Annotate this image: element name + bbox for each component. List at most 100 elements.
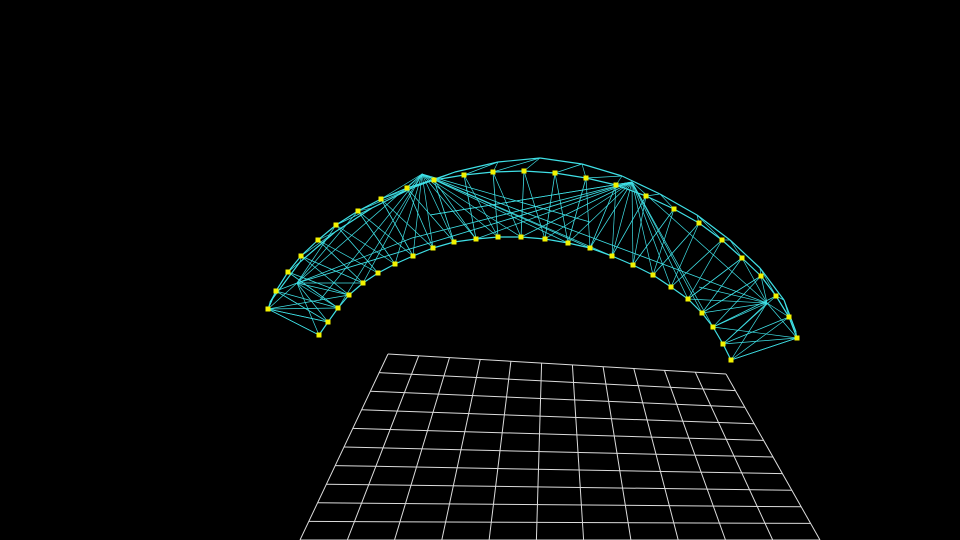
mesh-vertex-outer[interactable] xyxy=(490,169,496,175)
mesh-vertex-outer[interactable] xyxy=(378,196,384,202)
mesh-edge-fan xyxy=(631,181,654,276)
mesh-vertex-inner[interactable] xyxy=(495,234,501,240)
mesh-edge-diagonal xyxy=(652,208,675,276)
mesh-wireframe xyxy=(267,157,798,361)
mesh-vertex-inner[interactable] xyxy=(473,236,479,242)
grid-line-horizontal xyxy=(326,483,792,491)
mesh-edge-outer xyxy=(492,170,525,173)
mesh-vertex-outer[interactable] xyxy=(696,220,702,226)
mesh-vertex-outer[interactable] xyxy=(461,172,467,178)
mesh-edge-fan xyxy=(631,181,714,328)
mesh-edge-inner xyxy=(432,241,455,249)
mesh-vertex-outer[interactable] xyxy=(739,255,745,261)
mesh-edge-inner xyxy=(652,274,672,288)
mesh-edge-rung xyxy=(567,177,587,244)
mesh-edge-fan xyxy=(267,307,339,310)
floor-grid xyxy=(299,353,821,540)
mesh-vertex-inner[interactable] xyxy=(710,324,716,330)
mesh-edge-fan xyxy=(712,302,768,328)
mesh-vertex-inner[interactable] xyxy=(335,305,341,311)
grid-line-horizontal xyxy=(352,427,764,441)
mesh-edge-fan xyxy=(687,298,768,304)
mesh-edge-long xyxy=(411,181,633,239)
mesh-vertex-outer[interactable] xyxy=(404,185,410,191)
mesh-edge-outer xyxy=(275,271,289,292)
mesh-edge-inner xyxy=(453,238,477,243)
mesh-edge-diagonal xyxy=(585,177,591,249)
mesh-vertex-outer[interactable] xyxy=(521,168,527,174)
mesh-edge-ridge-link xyxy=(585,175,623,179)
mesh-edge-ridge xyxy=(581,163,623,177)
mesh-vertex-outer[interactable] xyxy=(315,237,321,243)
mesh-vertex-inner[interactable] xyxy=(360,280,366,286)
mesh-vertex-inner[interactable] xyxy=(650,272,656,278)
mesh-vertex-outer[interactable] xyxy=(583,175,589,181)
mesh-edge-inner xyxy=(632,264,654,276)
mesh-edge-ridge-link xyxy=(696,214,723,241)
mesh-edge-outer xyxy=(673,208,700,224)
mesh-edge-fan xyxy=(296,173,423,284)
grid-line-vertical xyxy=(346,355,420,540)
viewport-canvas[interactable] xyxy=(0,0,960,540)
mesh-edge-diagonal xyxy=(730,316,790,361)
mesh-edge-ridge xyxy=(759,267,785,301)
mesh-vertex-inner[interactable] xyxy=(542,236,548,242)
mesh-vertex-outer[interactable] xyxy=(643,193,649,199)
3d-viewport[interactable] xyxy=(0,0,960,540)
mesh-edge-inner xyxy=(377,263,396,274)
mesh-edge-ridge xyxy=(539,157,583,165)
grid-line-horizontal xyxy=(387,353,727,375)
mesh-vertex-inner[interactable] xyxy=(587,245,593,251)
mesh-vertex-inner[interactable] xyxy=(565,240,571,246)
grid-line-vertical xyxy=(299,353,389,540)
mesh-vertex-inner[interactable] xyxy=(375,270,381,276)
mesh-vertex-inner[interactable] xyxy=(410,253,416,259)
mesh-vertex-inner[interactable] xyxy=(518,234,524,240)
mesh-vertex-inner[interactable] xyxy=(451,239,457,245)
mesh-vertex-inner[interactable] xyxy=(392,261,398,267)
mesh-edge-fan xyxy=(296,237,413,284)
mesh-vertex-outer[interactable] xyxy=(794,335,800,341)
mesh-vertex-outer[interactable] xyxy=(613,182,619,188)
mesh-vertex-outer[interactable] xyxy=(298,253,304,259)
mesh-vertex-inner[interactable] xyxy=(325,319,331,325)
mesh-vertex-outer[interactable] xyxy=(273,288,279,294)
mesh-vertex-outer[interactable] xyxy=(431,177,437,183)
mesh-vertex-inner[interactable] xyxy=(699,310,705,316)
grid-line-vertical xyxy=(694,371,774,540)
mesh-vertex-outer[interactable] xyxy=(552,170,558,176)
mesh-vertex-inner[interactable] xyxy=(720,341,726,347)
mesh-vertex-outer[interactable] xyxy=(333,222,339,228)
mesh-edge-fan xyxy=(319,173,423,301)
mesh-vertex-outer[interactable] xyxy=(285,269,291,275)
mesh-edge-outer xyxy=(335,210,359,226)
mesh-edge-outer xyxy=(554,172,587,179)
mesh-vertex-outer[interactable] xyxy=(671,206,677,212)
mesh-vertex-inner[interactable] xyxy=(609,253,615,259)
mesh-edge-outer xyxy=(585,177,617,186)
mesh-vertex-inner[interactable] xyxy=(685,296,691,302)
mesh-edge-fan xyxy=(730,337,798,361)
mesh-vertex-outer[interactable] xyxy=(773,293,779,299)
mesh-vertex-inner[interactable] xyxy=(430,245,436,251)
mesh-vertex-outer[interactable] xyxy=(355,208,361,214)
mesh-vertex-inner[interactable] xyxy=(316,332,322,338)
mesh-edge-outer xyxy=(788,316,798,339)
mesh-vertex-outer[interactable] xyxy=(786,314,792,320)
mesh-vertex-outer[interactable] xyxy=(758,273,764,279)
mesh-edge-fan xyxy=(741,257,768,304)
mesh-edge-fan xyxy=(296,210,359,284)
mesh-edge-fan xyxy=(589,181,633,249)
mesh-edge-fan xyxy=(296,282,339,309)
grid-line-horizontal xyxy=(370,390,745,408)
mesh-vertex-inner[interactable] xyxy=(728,357,734,363)
mesh-edge-outer xyxy=(523,170,556,174)
mesh-edge-inner xyxy=(520,236,546,240)
mesh-vertex-outer[interactable] xyxy=(719,237,725,243)
mesh-vertex-inner[interactable] xyxy=(346,292,352,298)
mesh-edge-fan xyxy=(520,181,633,238)
mesh-edge-rung xyxy=(317,239,364,284)
mesh-vertex-outer[interactable] xyxy=(265,306,271,312)
mesh-vertex-inner[interactable] xyxy=(668,284,674,290)
mesh-vertex-inner[interactable] xyxy=(630,262,636,268)
